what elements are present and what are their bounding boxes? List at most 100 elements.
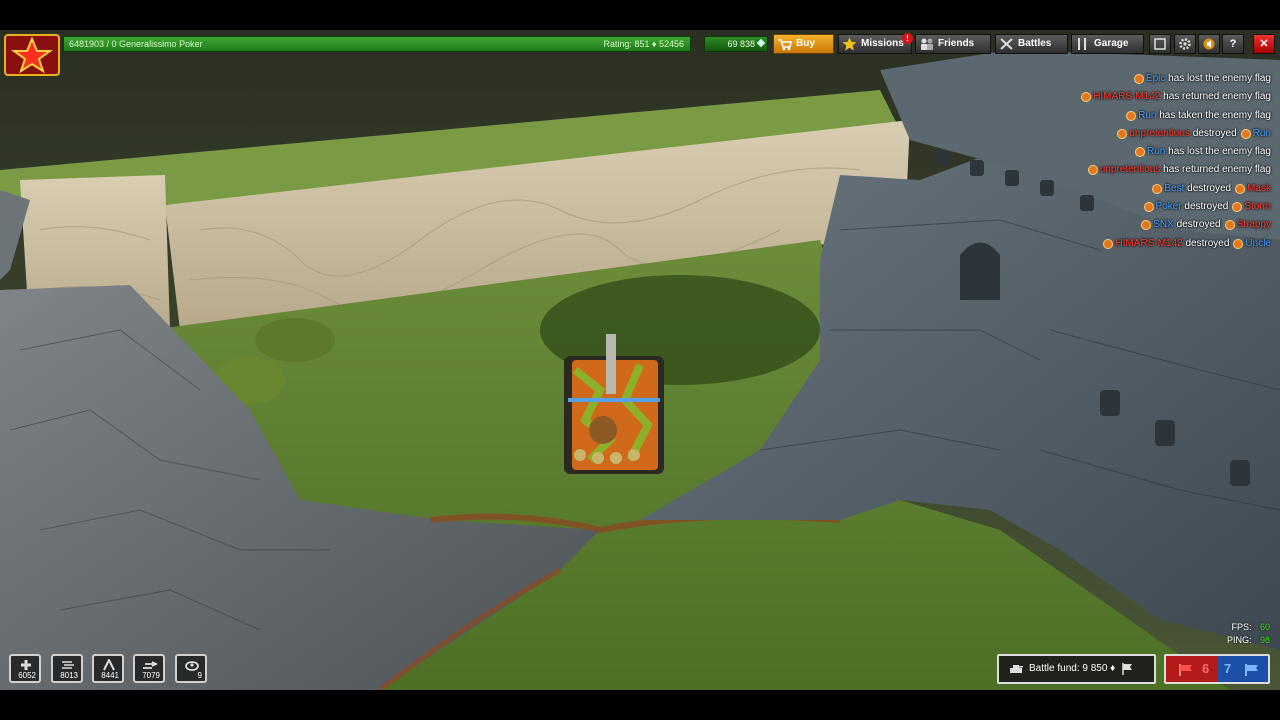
friends-button[interactable]: Friends bbox=[915, 34, 991, 54]
feed-action: has returned enemy flag bbox=[1163, 91, 1271, 103]
battles-label: Battles bbox=[1018, 38, 1052, 49]
crossed-swords-icon bbox=[1000, 38, 1013, 50]
kill-feed-row: unpretentious has returned enemy flag bbox=[751, 161, 1271, 179]
missions-label: Missions bbox=[861, 38, 904, 49]
player-name: HIMARS-M142 bbox=[1115, 237, 1183, 249]
kill-feed-row: Epic has lost the enemy flag bbox=[751, 70, 1271, 88]
team-score-panel: 6 7 bbox=[1164, 654, 1270, 684]
supply-count: 8441 bbox=[101, 671, 119, 680]
star-icon bbox=[842, 37, 857, 51]
kill-feed-row: unpretentious destroyed Run bbox=[751, 125, 1271, 143]
rank-icon bbox=[1240, 128, 1251, 139]
feed-action: destroyed bbox=[1184, 201, 1229, 213]
player-name: unpretentious bbox=[1129, 127, 1190, 139]
rank-icon bbox=[1152, 183, 1163, 194]
buy-button[interactable]: Buy bbox=[773, 34, 834, 54]
rank-icon bbox=[1133, 74, 1144, 84]
rating-readout: Rating: 851 ♦ 52456 bbox=[603, 39, 684, 49]
rank-insignia-icon bbox=[4, 34, 60, 76]
feed-action: has returned enemy flag bbox=[1163, 164, 1271, 176]
rank-icon bbox=[1103, 238, 1114, 249]
wrench-icon bbox=[1078, 38, 1086, 50]
player-name: unpretentious bbox=[1099, 164, 1161, 176]
rank-icon bbox=[1232, 202, 1243, 213]
supply-repair-kit[interactable]: 6052 bbox=[9, 654, 41, 683]
supply-count: 9 bbox=[197, 671, 202, 680]
rank-icon bbox=[1141, 220, 1152, 231]
blue-team-score: 7 bbox=[1224, 661, 1232, 676]
mine-icon bbox=[185, 661, 199, 671]
kill-feed-row: Run has lost the enemy flag bbox=[751, 143, 1271, 161]
player-name-score: 6481903 / 0 Generalissimo Poker bbox=[69, 39, 203, 49]
rank-icon bbox=[1143, 202, 1154, 213]
help-button[interactable]: ? bbox=[1222, 34, 1244, 54]
player-name: Epic bbox=[1145, 73, 1166, 84]
supply-double-damage[interactable]: 8441 bbox=[92, 654, 124, 683]
red-flag-icon bbox=[1179, 664, 1192, 676]
garage-label: Garage bbox=[1094, 38, 1129, 49]
supply-count: 7079 bbox=[142, 671, 160, 680]
missions-notification-badge: ! bbox=[902, 33, 913, 44]
sound-icon bbox=[1203, 38, 1215, 50]
sound-button[interactable] bbox=[1198, 34, 1220, 54]
rank-icon bbox=[1081, 92, 1092, 103]
rank-icon bbox=[1087, 165, 1098, 176]
tank-icon bbox=[1010, 665, 1023, 673]
player-name: Best bbox=[1164, 182, 1185, 194]
kill-feed: Epic has lost the enemy flag HIMARS-M142 … bbox=[751, 70, 1271, 253]
player-name: Mask bbox=[1247, 182, 1271, 194]
rank-icon bbox=[1135, 147, 1146, 158]
kill-feed-row: HIMARS-M142 has returned enemy flag bbox=[751, 88, 1271, 106]
speed-boost-icon bbox=[143, 661, 158, 669]
battles-button[interactable]: Battles bbox=[995, 34, 1068, 54]
feed-action: has lost the enemy flag bbox=[1168, 73, 1271, 84]
experience-bar: 6481903 / 0 Generalissimo Poker Rating: … bbox=[63, 36, 691, 52]
player-name: Run bbox=[1252, 127, 1271, 139]
fullscreen-button[interactable] bbox=[1149, 34, 1171, 54]
fullscreen-icon bbox=[1154, 38, 1166, 50]
player-name: Storm bbox=[1244, 201, 1271, 213]
repair-kit-icon bbox=[21, 660, 31, 670]
supply-speed-boost[interactable]: 7079 bbox=[133, 654, 165, 683]
supply-mine[interactable]: 9 bbox=[175, 654, 207, 683]
kill-feed-row: HIMARS-M142 destroyed Uncle bbox=[751, 235, 1271, 253]
kill-feed-row: Poker destroyed Storm bbox=[751, 198, 1271, 216]
kill-feed-row: Run has taken the enemy flag bbox=[751, 107, 1271, 125]
gear-icon bbox=[1179, 38, 1191, 50]
feed-action: destroyed bbox=[1187, 182, 1232, 194]
friends-label: Friends bbox=[938, 38, 975, 49]
letterbox-top bbox=[0, 0, 1280, 30]
performance-stats: FPS: 60 PING: 98 bbox=[1200, 621, 1270, 647]
buy-label: Buy bbox=[796, 38, 815, 49]
player-name: Strappy bbox=[1236, 219, 1271, 231]
close-button[interactable]: ✕ bbox=[1253, 34, 1275, 54]
player-name: SNX bbox=[1153, 219, 1174, 231]
rank-icon bbox=[1235, 183, 1246, 194]
damage-icon bbox=[103, 659, 115, 671]
crystals-value: 69 838 bbox=[727, 39, 755, 49]
missions-button[interactable]: Missions bbox=[838, 34, 912, 54]
rank-icon bbox=[1233, 238, 1244, 249]
rank-icon bbox=[1117, 128, 1128, 139]
red-team-score: 6 bbox=[1202, 661, 1210, 676]
supply-count: 8013 bbox=[60, 671, 78, 680]
blue-flag-icon bbox=[1245, 664, 1258, 676]
fps-value: 60 bbox=[1259, 622, 1270, 632]
flag-icon bbox=[1122, 663, 1132, 675]
fps-label: FPS: bbox=[1231, 622, 1252, 632]
ping-label: PING: bbox=[1226, 635, 1252, 645]
armor-icon bbox=[62, 661, 74, 669]
battle-fund-panel: Battle fund: 9 850 ♦ bbox=[997, 654, 1156, 684]
garage-button[interactable]: Garage bbox=[1071, 34, 1144, 54]
settings-button[interactable] bbox=[1174, 34, 1196, 54]
supply-count: 6052 bbox=[18, 671, 36, 680]
letterbox-bottom bbox=[0, 690, 1280, 720]
supply-double-armor[interactable]: 8013 bbox=[51, 654, 83, 683]
feed-action: has taken the enemy flag bbox=[1159, 109, 1271, 121]
player-name: Poker bbox=[1155, 201, 1182, 213]
battle-fund-label: Battle fund: 9 850 ♦ bbox=[1029, 663, 1116, 674]
feed-action: destroyed bbox=[1192, 127, 1237, 139]
feed-action: destroyed bbox=[1176, 219, 1221, 231]
kill-feed-row: SNX destroyed Strappy bbox=[751, 216, 1271, 234]
rank-icon bbox=[1126, 110, 1137, 121]
